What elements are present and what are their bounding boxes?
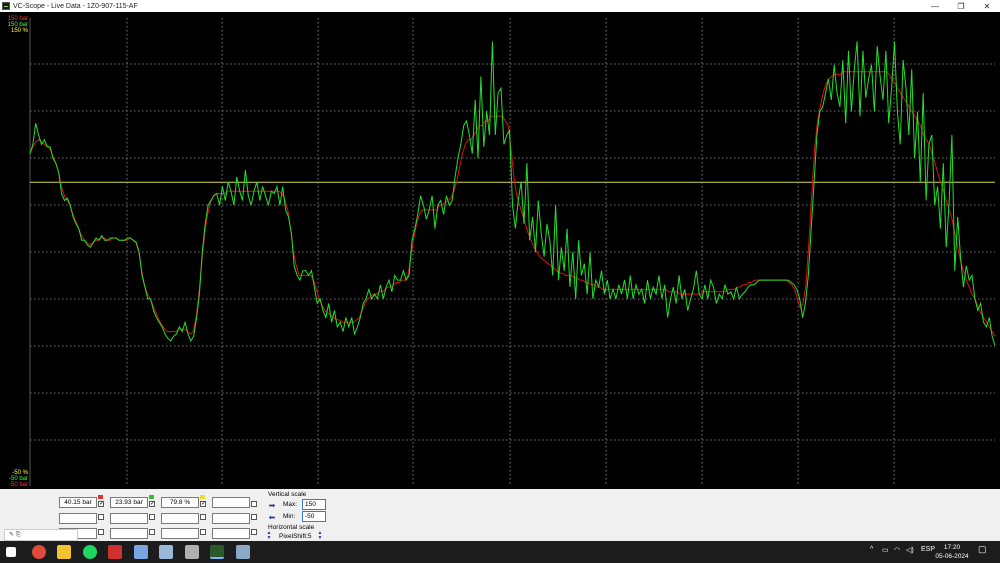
channel-7-checkbox[interactable] <box>200 514 206 520</box>
yellow-channel-swatch <box>200 495 205 499</box>
minimize-button[interactable]: — <box>922 0 948 12</box>
min-label: Min: <box>283 513 296 520</box>
green-trace <box>29 41 996 346</box>
vc-scope-window: VC-Scope - Live Data - 1Z0-907-115-AF — … <box>0 0 1000 563</box>
volume-icon[interactable]: ◁) <box>906 546 914 554</box>
channel-10-checkbox[interactable] <box>149 529 155 535</box>
maximize-button[interactable]: ❐ <box>948 0 974 12</box>
scope-plot-area[interactable]: 150 bar 150 bar 150 % -50 % -50 bar -50 … <box>0 12 1000 489</box>
arrow-left-icon[interactable]: ⬅ <box>267 513 277 522</box>
vc-scope-app-icon <box>2 2 10 10</box>
green-channel-checkbox[interactable]: ✓ <box>149 501 155 507</box>
app-wrench-icon[interactable] <box>236 545 250 559</box>
scale-max-label-yellow: 150 % <box>10 28 28 34</box>
readout-7 <box>161 513 199 524</box>
close-button[interactable]: ✕ <box>974 0 1000 12</box>
readout-yellow: 79.8 % <box>161 497 199 508</box>
mini-toolbar-popup[interactable]: ✎ ⎘ <box>4 529 78 541</box>
yellow-channel-checkbox[interactable]: ✓ <box>200 501 206 507</box>
readout-12 <box>212 528 250 539</box>
file-explorer-icon[interactable] <box>57 545 71 559</box>
readout-red: 40.15 bar <box>59 497 97 508</box>
windows-start-icon[interactable] <box>6 547 16 557</box>
clock[interactable]: 17:20 05-06-2024 <box>932 543 972 561</box>
battery-icon[interactable]: ▭ <box>882 546 889 554</box>
readout-11 <box>161 528 199 539</box>
readout-6 <box>110 513 148 524</box>
channel-5-checkbox[interactable] <box>98 514 104 520</box>
app-cable-icon[interactable] <box>185 545 199 559</box>
arrow-right-icon[interactable]: ➡ <box>267 501 277 510</box>
clock-date: 05-06-2024 <box>935 553 969 560</box>
channel-4-checkbox[interactable] <box>251 501 257 507</box>
channel-9-checkbox[interactable] <box>98 529 104 535</box>
readout-8 <box>212 513 250 524</box>
window-title: VC-Scope - Live Data - 1Z0-907-115-AF <box>13 2 138 10</box>
red-channel-checkbox[interactable]: ✓ <box>98 501 104 507</box>
pixelshift-value: PixelShift:5 <box>279 533 312 540</box>
vc-scope-icon[interactable] <box>210 545 224 559</box>
channel-11-checkbox[interactable] <box>200 529 206 535</box>
channel-6-checkbox[interactable] <box>149 514 155 520</box>
readout-4 <box>212 497 250 508</box>
chrome-icon[interactable] <box>32 545 46 559</box>
vertical-scale-label: Vertical scale <box>268 491 307 498</box>
max-input[interactable]: 150 <box>302 499 326 510</box>
chevron-up-icon[interactable]: ^ <box>870 546 873 553</box>
channel-12-checkbox[interactable] <box>251 529 257 535</box>
title-bar[interactable]: VC-Scope - Live Data - 1Z0-907-115-AF — … <box>0 0 1000 12</box>
max-label: Max: <box>283 501 298 508</box>
notifications-icon[interactable]: ▢ <box>978 544 987 555</box>
green-channel-swatch <box>149 495 154 499</box>
window-controls: — ❐ ✕ <box>922 0 1000 12</box>
scope-graph <box>29 18 996 486</box>
readout-10 <box>110 528 148 539</box>
clock-time: 17:20 <box>943 544 961 551</box>
spotify-icon[interactable] <box>83 545 97 559</box>
readout-5 <box>59 513 97 524</box>
windows-taskbar: ^ ▭ ◠ ◁) ESP 17:20 05-06-2024 ▢ <box>0 541 1000 563</box>
readout-green: 23.93 bar <box>110 497 148 508</box>
app-window-icon[interactable] <box>134 545 148 559</box>
control-panel: 40.15 bar ✓ 23.93 bar ✓ 79.8 % ✓ Vertica… <box>0 489 1000 541</box>
red-channel-swatch <box>98 495 103 499</box>
app-red-icon[interactable] <box>108 545 122 559</box>
app-tools-icon[interactable] <box>159 545 173 559</box>
horizontal-scale-label: Horizontal scale <box>268 524 315 531</box>
channel-8-checkbox[interactable] <box>251 514 257 520</box>
wifi-icon[interactable]: ◠ <box>894 546 900 554</box>
min-input[interactable]: -50 <box>302 511 326 522</box>
scale-min-label-red: -50 bar <box>8 482 28 488</box>
